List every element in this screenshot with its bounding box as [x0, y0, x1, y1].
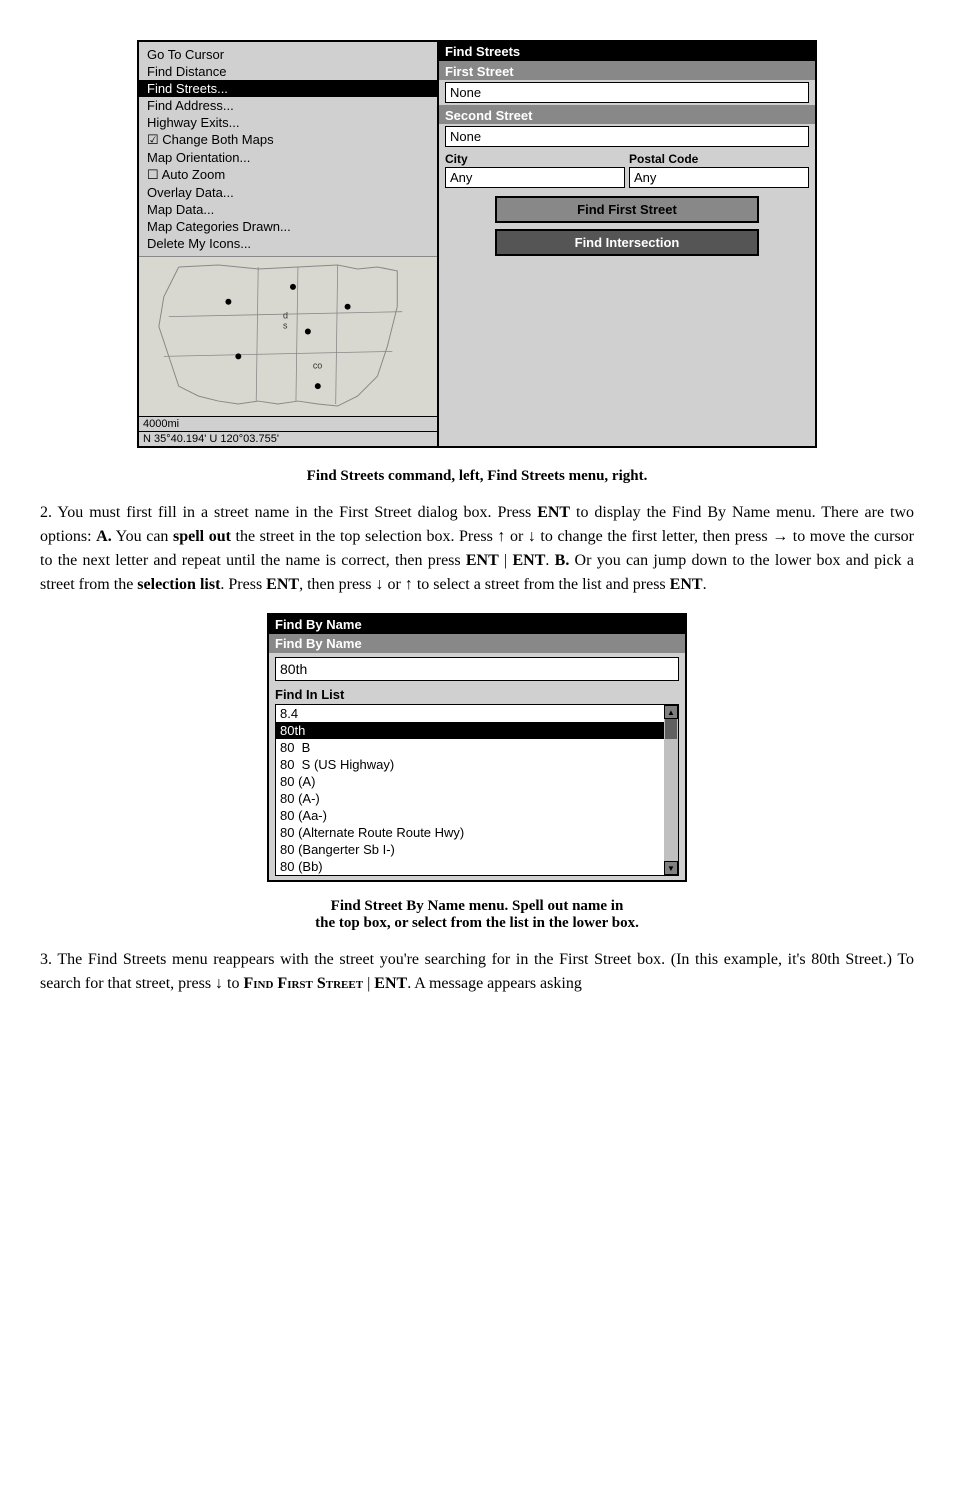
map-status-bar: 4000mi	[139, 416, 437, 431]
menu-item-map-data[interactable]: Map Data...	[139, 201, 437, 218]
find-intersection-button[interactable]: Find Intersection	[495, 229, 758, 256]
city-postal-row: City Any Postal Code Any	[439, 149, 815, 188]
list-item[interactable]: 80 (Aa-)	[276, 807, 664, 824]
list-item[interactable]: 80 (A)	[276, 773, 664, 790]
svg-text:s: s	[283, 321, 288, 331]
scrollbar-up-arrow[interactable]: ▲	[664, 705, 678, 719]
first-street-label: First Street	[439, 61, 815, 80]
menu-item-find-streets[interactable]: Find Streets...	[139, 80, 437, 97]
svg-text:co: co	[313, 360, 322, 370]
menu-item-change-both-maps[interactable]: ☑ Change Both Maps	[139, 131, 437, 149]
list-item[interactable]: 80 (A-)	[276, 790, 664, 807]
menu-item-auto-zoom[interactable]: ☐ Auto Zoom	[139, 166, 437, 184]
list-item[interactable]: 80 S (US Highway)	[276, 756, 664, 773]
city-input[interactable]: Any	[445, 167, 625, 188]
second-street-label: Second Street	[439, 105, 815, 124]
city-label: City	[445, 149, 625, 167]
map-coords: N 35°40.194' U 120°03.755'	[139, 431, 437, 446]
map-display: co d s	[139, 256, 437, 416]
menu-item-delete-icons[interactable]: Delete My Icons...	[139, 235, 437, 252]
city-col: City Any	[445, 149, 625, 188]
list-item[interactable]: 80 (Bb)	[276, 858, 664, 875]
postal-code-input[interactable]: Any	[629, 167, 809, 188]
scrollbar-thumb[interactable]	[665, 719, 677, 739]
list-item[interactable]: 80 B	[276, 739, 664, 756]
screenshot1: Go To Cursor Find Distance Find Streets.…	[137, 40, 817, 448]
paragraph1: 2. You must first fill in a street name …	[40, 501, 914, 597]
find-first-street-button[interactable]: Find First Street	[495, 196, 758, 223]
scrollbar-track	[664, 719, 678, 861]
find-streets-panel: Find Streets First Street None Second St…	[439, 42, 815, 446]
caption1: Find Streets command, left, Find Streets…	[40, 468, 914, 485]
map-coordinates: N 35°40.194' U 120°03.755'	[143, 433, 279, 445]
paragraph3: 3. The Find Streets menu reappears with …	[40, 948, 914, 996]
find-in-list-label: Find In List	[269, 685, 685, 704]
form-title: Find Streets	[439, 42, 815, 61]
menu-item-map-categories[interactable]: Map Categories Drawn...	[139, 218, 437, 235]
postal-code-label: Postal Code	[629, 149, 809, 167]
menu-item-go-to-cursor[interactable]: Go To Cursor	[139, 46, 437, 63]
menu-item-overlay-data[interactable]: Overlay Data...	[139, 184, 437, 201]
left-map-panel: Go To Cursor Find Distance Find Streets.…	[139, 42, 439, 446]
street-list-container: 8.4 80th 80 B 80 S (US Highway) 80 (A) 8…	[275, 704, 679, 876]
find-by-name-input[interactable]: 80th	[275, 657, 679, 681]
list-item[interactable]: 80 (Bangerter Sb I-)	[276, 841, 664, 858]
second-street-input[interactable]: None	[445, 126, 809, 147]
svg-text:d: d	[283, 311, 288, 321]
find-by-name-title: Find By Name	[269, 615, 685, 634]
menu-item-highway-exits[interactable]: Highway Exits...	[139, 114, 437, 131]
menu-item-map-orientation[interactable]: Map Orientation...	[139, 149, 437, 166]
caption2: Find Street By Name menu. Spell out name…	[40, 898, 914, 932]
list-item[interactable]: 8.4	[276, 705, 664, 722]
map-menu: Go To Cursor Find Distance Find Streets.…	[139, 42, 437, 256]
menu-item-find-address[interactable]: Find Address...	[139, 97, 437, 114]
find-by-name-subtitle: Find By Name	[269, 634, 685, 653]
postal-col: Postal Code Any	[629, 149, 809, 188]
list-item[interactable]: 80 (Alternate Route Route Hwy)	[276, 824, 664, 841]
list-scrollbar[interactable]: ▲ ▼	[664, 705, 678, 875]
map-scale: 4000mi	[143, 418, 179, 430]
scrollbar-down-arrow[interactable]: ▼	[664, 861, 678, 875]
street-list: 8.4 80th 80 B 80 S (US Highway) 80 (A) 8…	[276, 705, 664, 875]
menu-item-find-distance[interactable]: Find Distance	[139, 63, 437, 80]
list-item-selected[interactable]: 80th	[276, 722, 664, 739]
first-street-input[interactable]: None	[445, 82, 809, 103]
screenshot2: Find By Name Find By Name 80th Find In L…	[267, 613, 687, 882]
